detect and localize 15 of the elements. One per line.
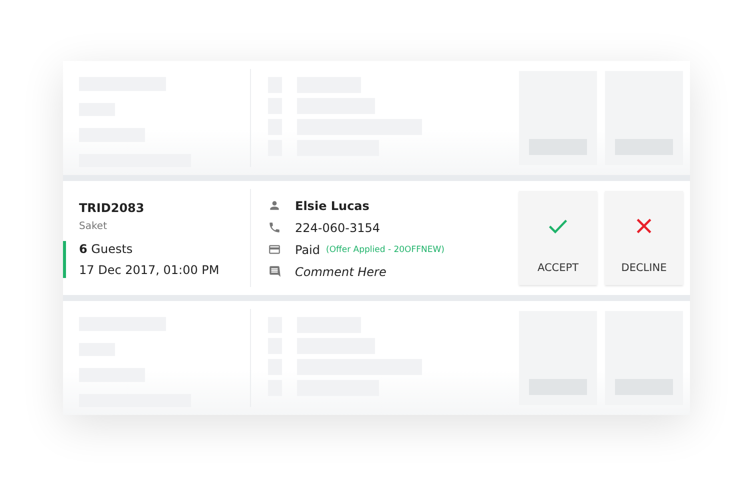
offer-note: (Offer Applied - 20OFFNEW): [326, 244, 444, 254]
customer-name: Elsie Lucas: [295, 198, 370, 212]
booking-datetime: 17 Dec 2017, 01:00 PM: [79, 262, 220, 278]
comment-text: Comment Here: [295, 264, 386, 278]
person-icon: [268, 199, 281, 212]
booking-id: TRID2083: [79, 200, 146, 216]
phone-icon: [268, 221, 281, 234]
comment-icon: [268, 265, 281, 278]
phone-number: 224-060-3154: [295, 220, 380, 236]
decline-button[interactable]: DECLINE: [605, 191, 683, 285]
guest-count: 6 Guests: [79, 241, 134, 257]
card-icon: [268, 243, 281, 256]
payment-status: Paid: [295, 242, 320, 258]
accept-button[interactable]: ACCEPT: [519, 191, 597, 285]
location: Saket: [79, 220, 108, 234]
